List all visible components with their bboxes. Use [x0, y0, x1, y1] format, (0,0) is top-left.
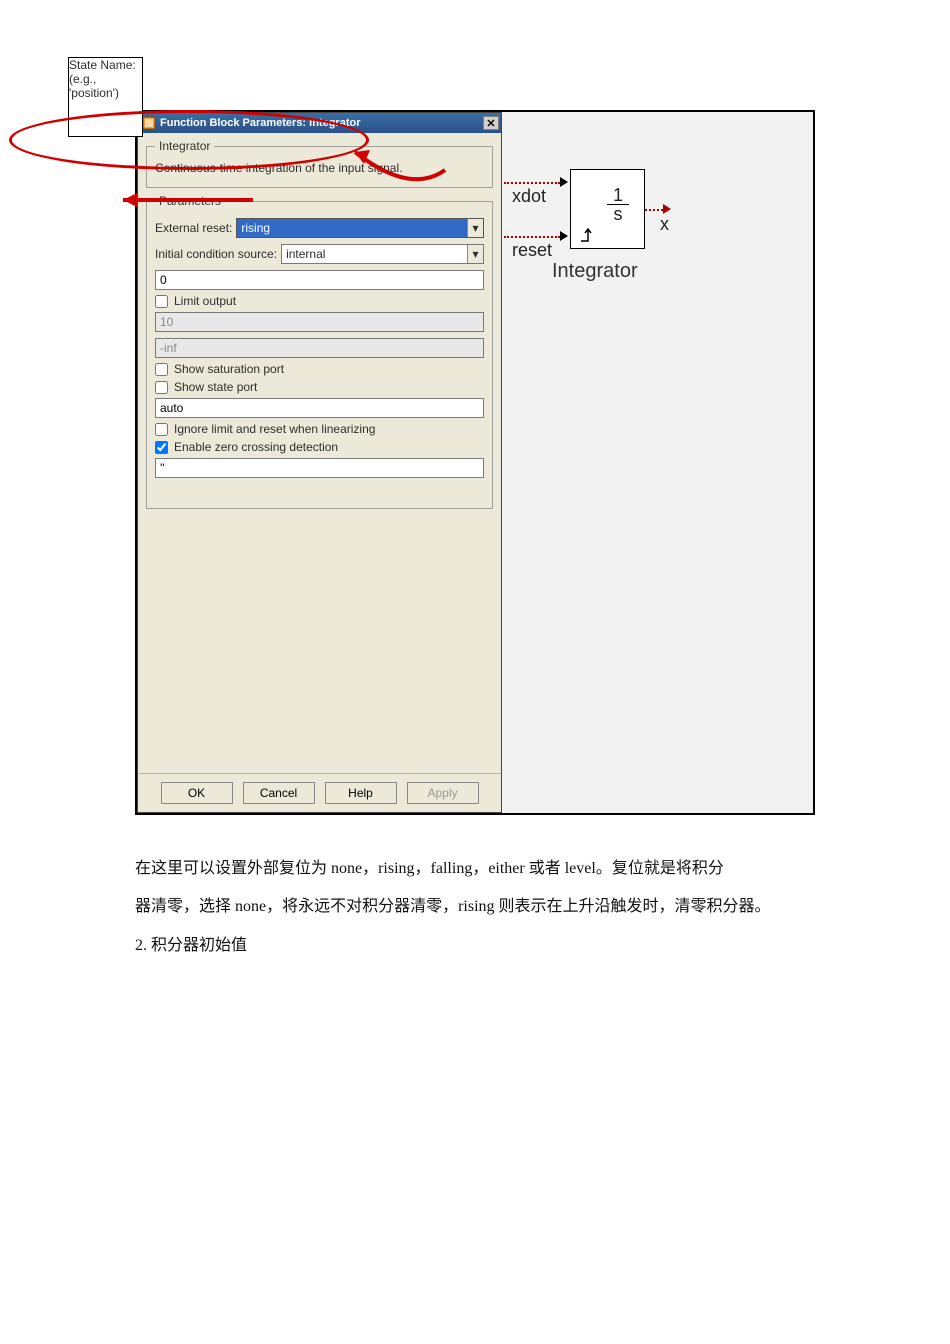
reset-signal-line [504, 236, 560, 238]
ignore-limit-label: Ignore limit and reset when linearizing [174, 422, 375, 436]
arrow-icon [663, 204, 671, 214]
ignore-limit-checkbox[interactable] [155, 423, 168, 436]
output-label: x [660, 214, 669, 235]
chevron-down-icon: ▾ [467, 219, 483, 237]
show-state-port-checkbox[interactable] [155, 381, 168, 394]
figure-container: Function Block Parameters: Integrator ✕ … [135, 110, 815, 815]
transfer-function: 1 s [607, 186, 629, 223]
limit-output-row: Limit output [155, 294, 484, 308]
external-reset-row: External reset: rising ▾ [155, 218, 484, 238]
xdot-signal-line [504, 182, 560, 184]
enable-zc-row: Enable zero crossing detection [155, 440, 484, 454]
external-reset-label: External reset: [155, 221, 232, 235]
button-row: OK Cancel Help Apply [138, 773, 501, 812]
lower-sat-row: Lower saturation limit: [155, 338, 484, 358]
lower-sat-input[interactable] [155, 338, 484, 358]
state-name-input[interactable] [155, 458, 484, 478]
show-sat-port-label: Show saturation port [174, 362, 284, 376]
caption-line: 在这里可以设置外部复位为 none，rising，falling，either … [135, 850, 815, 888]
enable-zc-checkbox[interactable] [155, 441, 168, 454]
arrow-icon [560, 231, 568, 241]
reset-label: reset [512, 240, 552, 261]
state-name-row: State Name: (e.g., 'position') [155, 458, 484, 478]
show-state-port-row: Show state port [155, 380, 484, 394]
upper-sat-input[interactable] [155, 312, 484, 332]
integrator-legend: Integrator [155, 139, 214, 153]
ignore-limit-row: Ignore limit and reset when linearizing [155, 422, 484, 436]
parameters-dialog: Function Block Parameters: Integrator ✕ … [137, 112, 502, 813]
initial-cond-src-row: Initial condition source: internal ▾ [155, 244, 484, 264]
output-signal-line [645, 209, 663, 211]
external-reset-value: rising [237, 219, 467, 237]
parameters-legend: Parameters [155, 194, 225, 208]
show-sat-port-checkbox[interactable] [155, 363, 168, 376]
upper-sat-row: Upper saturation limit: [155, 312, 484, 332]
initial-cond-input[interactable] [155, 270, 484, 290]
window-title: Function Block Parameters: Integrator [160, 117, 361, 129]
limit-output-checkbox[interactable] [155, 295, 168, 308]
numerator: 1 [607, 186, 629, 205]
block-diagram: xdot reset x 1 s Integrator [502, 112, 813, 813]
titlebar: Function Block Parameters: Integrator ✕ [138, 113, 501, 133]
external-reset-select[interactable]: rising ▾ [236, 218, 484, 238]
cancel-button[interactable]: Cancel [243, 782, 315, 804]
limit-output-label: Limit output [174, 294, 236, 308]
show-state-port-label: Show state port [174, 380, 257, 394]
arrow-icon [560, 177, 568, 187]
initial-cond-src-label: Initial condition source: [155, 247, 277, 261]
dialog-body: Integrator Continuous-time integration o… [138, 133, 501, 773]
integrator-group: Integrator Continuous-time integration o… [146, 139, 493, 188]
caption-line: 2. 积分器初始值 [135, 927, 815, 965]
block-name-label: Integrator [552, 260, 638, 283]
state-name-label: State Name: (e.g., 'position') [138, 133, 143, 137]
abs-tol-input[interactable] [155, 398, 484, 418]
xdot-label: xdot [512, 186, 546, 207]
caption: 在这里可以设置外部复位为 none，rising，falling，either … [135, 850, 815, 965]
show-sat-port-row: Show saturation port [155, 362, 484, 376]
apply-button[interactable]: Apply [407, 782, 479, 804]
initial-cond-src-value: internal [282, 245, 467, 263]
app-icon [142, 116, 156, 130]
chevron-down-icon: ▾ [467, 245, 483, 263]
initial-cond-src-select[interactable]: internal ▾ [281, 244, 484, 264]
help-button[interactable]: Help [325, 782, 397, 804]
caption-line: 器清零，选择 none，将永远不对积分器清零，rising 则表示在上升沿触发时… [135, 888, 815, 926]
parameters-group: Parameters External reset: rising ▾ Init… [146, 194, 493, 509]
abs-tol-row: Absolute tolerance: [155, 398, 484, 418]
denominator: s [607, 205, 629, 223]
rising-edge-icon [579, 226, 597, 249]
enable-zc-label: Enable zero crossing detection [174, 440, 338, 454]
initial-cond-row: Initial condition: [155, 270, 484, 290]
ok-button[interactable]: OK [161, 782, 233, 804]
block-description: Continuous-time integration of the input… [155, 161, 484, 175]
close-button[interactable]: ✕ [483, 116, 499, 130]
